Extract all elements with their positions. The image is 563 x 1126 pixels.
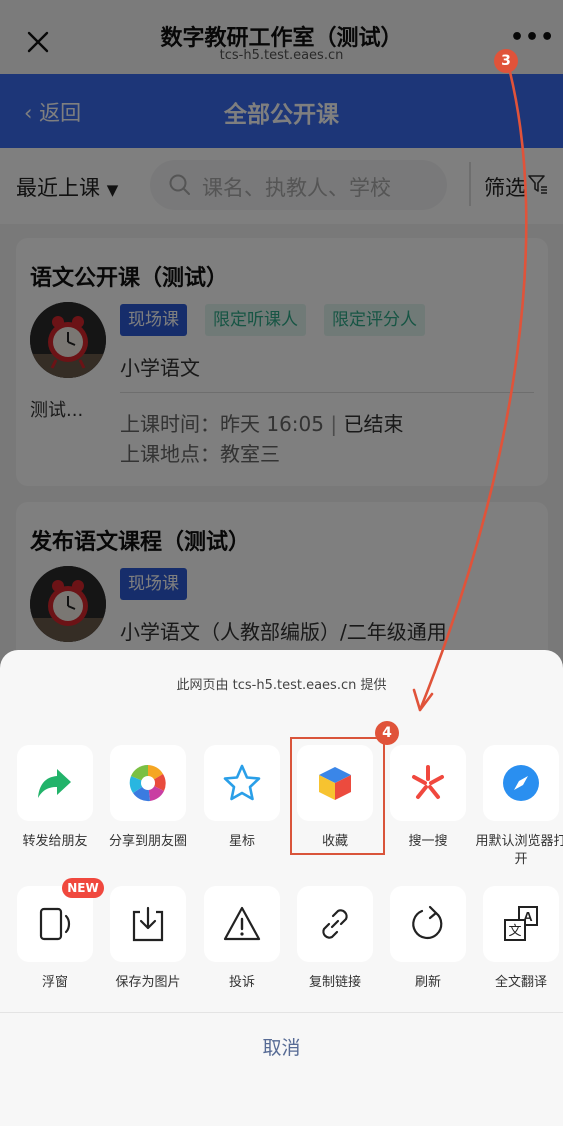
- new-badge: NEW: [62, 878, 104, 898]
- refresh-button[interactable]: 刷新: [390, 886, 466, 992]
- sheet-caption: 此网页由 tcs-h5.test.eaes.cn 提供: [176, 678, 387, 693]
- forward-arrow-icon: [38, 769, 71, 798]
- float-window-icon: [39, 907, 71, 941]
- star-button[interactable]: 星标: [204, 745, 280, 851]
- tile-label: 分享到朋友圈: [108, 834, 187, 849]
- warning-icon: [223, 906, 261, 941]
- tile-label: 复制链接: [308, 975, 361, 990]
- complain-button[interactable]: 投诉: [204, 886, 280, 992]
- save-as-image-button[interactable]: 保存为图片: [110, 886, 186, 992]
- translate-button[interactable]: A 文 全文翻译: [483, 886, 559, 992]
- search-spark-icon: [412, 765, 444, 799]
- highlight-box: [290, 737, 385, 855]
- translate-icon: A 文: [504, 906, 538, 941]
- float-window-button[interactable]: 浮窗: [17, 886, 93, 992]
- divider: [0, 1012, 563, 1013]
- share-to-friend-button[interactable]: 转发给朋友: [17, 745, 93, 851]
- star-icon: [223, 764, 261, 801]
- svg-text:文: 文: [508, 924, 521, 939]
- tile-label: 转发给朋友: [22, 834, 88, 849]
- cancel-button[interactable]: 取消: [0, 1033, 563, 1060]
- moments-icon: [129, 764, 166, 802]
- tile-label: 用默认浏览器打开: [475, 834, 563, 867]
- tile-label: 保存为图片: [115, 975, 181, 990]
- link-icon: [322, 909, 348, 939]
- tile-label: 全文翻译: [494, 975, 547, 990]
- search-search-button[interactable]: 搜一搜: [390, 745, 466, 851]
- tile-label: 投诉: [228, 975, 255, 990]
- save-image-icon: [132, 906, 164, 942]
- open-in-browser-button[interactable]: 用默认浏览器打开: [475, 745, 563, 869]
- tile-label: 星标: [228, 834, 255, 849]
- compass-icon: [503, 765, 539, 801]
- step-badge-3: 3: [494, 49, 518, 73]
- share-to-moments-button[interactable]: 分享到朋友圈: [109, 745, 187, 851]
- tile-label: 浮窗: [41, 975, 68, 990]
- step-badge-4: 4: [375, 721, 399, 745]
- tile-label: 刷新: [414, 975, 441, 990]
- copy-link-button[interactable]: 复制链接: [297, 886, 373, 992]
- tile-label: 搜一搜: [408, 834, 448, 849]
- refresh-icon: [412, 905, 443, 940]
